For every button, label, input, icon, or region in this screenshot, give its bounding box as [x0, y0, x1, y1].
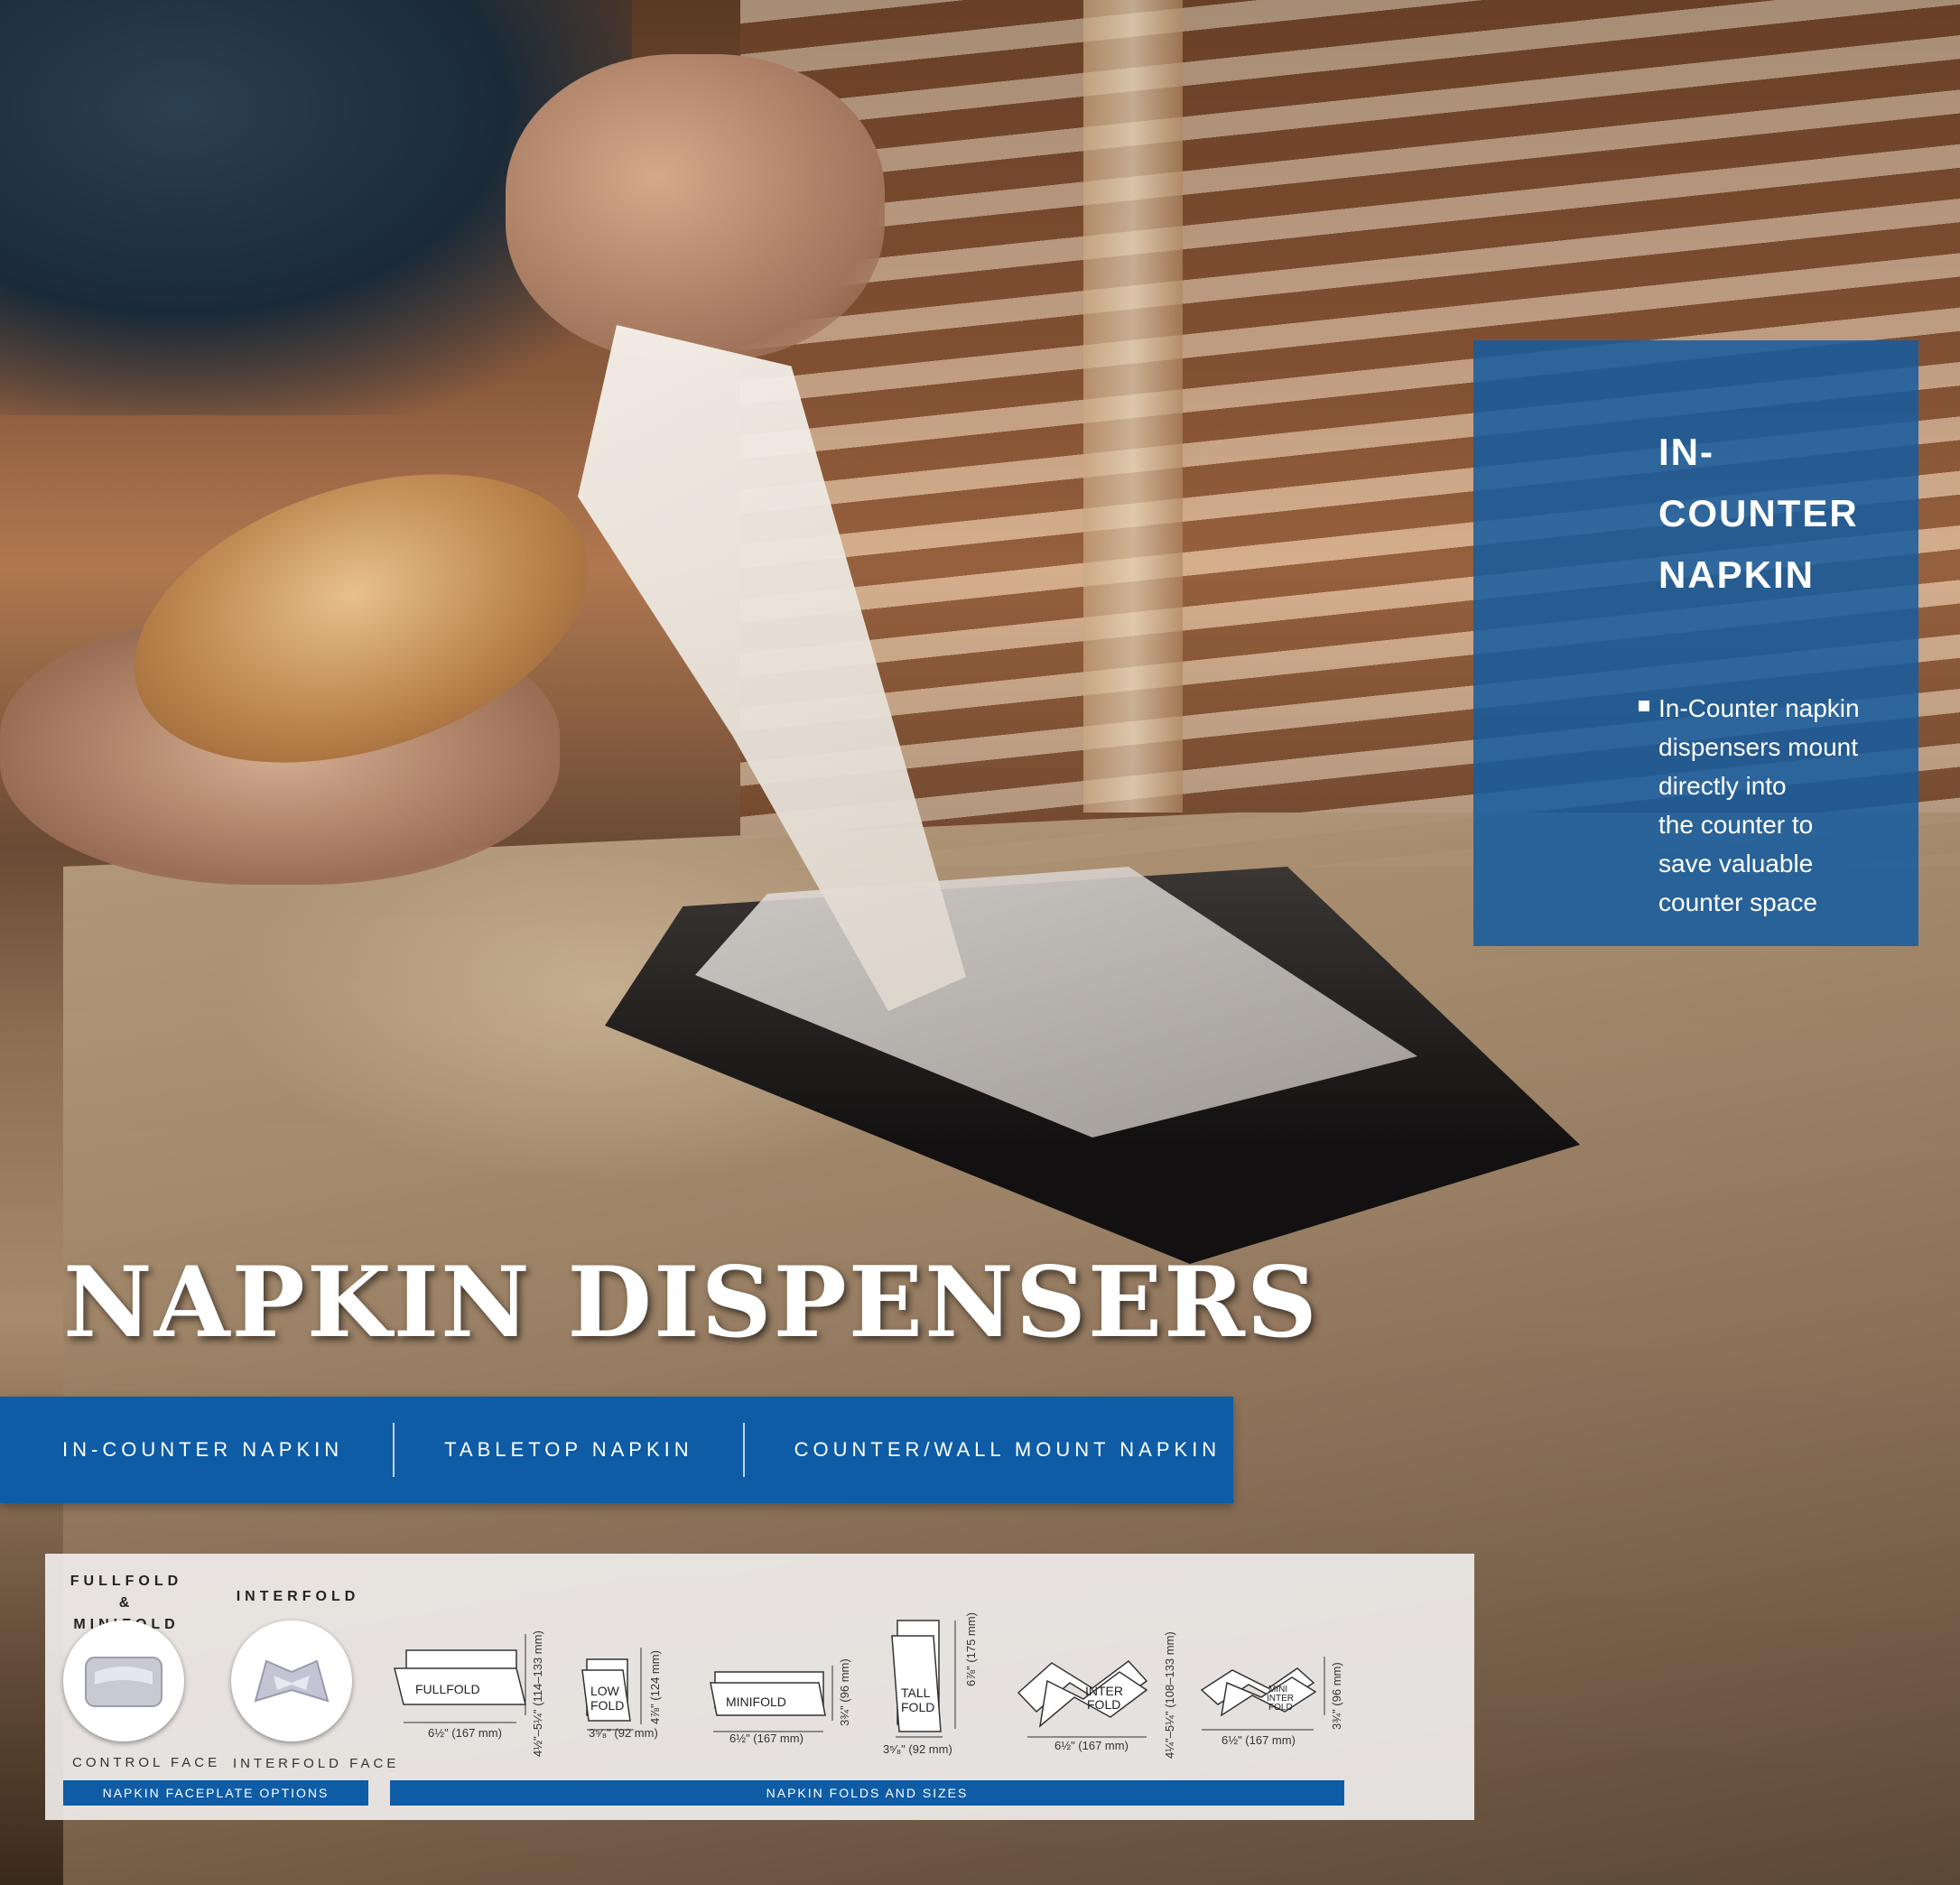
fold-label: MINIFOLD [726, 1695, 786, 1709]
fold-height: 4¼"–5¼" (108–133 mm) [1163, 1631, 1176, 1759]
control-face-icon [85, 1657, 163, 1707]
page-title: NAPKIN DISPENSERS [63, 1246, 1319, 1360]
fold-label-line: LOW [590, 1684, 620, 1698]
feature-bullet-line: save valuable [1658, 850, 1814, 878]
fold-label-line: FOLD [590, 1698, 624, 1713]
hand-pulling-napkin [506, 54, 885, 361]
interfold-face-image [231, 1620, 352, 1741]
fold-fullfold: FULLFOLD 6½" (167 mm) 4½"–5¼" (114–133 m… [390, 1625, 544, 1757]
faceplate-options-bar: NAPKIN FACEPLATE OPTIONS [63, 1780, 368, 1806]
faceplate-heading-line: INTERFOLD [236, 1589, 360, 1604]
feature-list: In-Counter napkin dispensers mount direc… [1639, 689, 1900, 922]
tallfold-diagram: TALL FOLD [891, 1620, 956, 1738]
tab-divider [742, 1423, 745, 1477]
interfold-diagram: INTER FOLD [1017, 1659, 1148, 1738]
fold-width: 6½" (167 mm) [729, 1732, 804, 1745]
feature-title-line1: IN-COUNTER [1658, 431, 1859, 534]
feature-box: IN-COUNTER NAPKIN In-Counter napkin disp… [1473, 340, 1918, 946]
feature-bullet: In-Counter napkin dispensers mount direc… [1639, 689, 1900, 922]
fold-label-line: INTER [1085, 1684, 1123, 1698]
lowfold-diagram: LOW FOLD [581, 1648, 642, 1731]
square-bullet-icon [1639, 701, 1649, 711]
fullfold-diagram: FULLFOLD [394, 1634, 526, 1723]
control-face-image [63, 1620, 184, 1741]
fold-height: 3¾" (96 mm) [1330, 1662, 1343, 1730]
tab-divider [393, 1423, 395, 1477]
feature-title-line2: NAPKIN [1658, 553, 1816, 596]
fold-width: 3⁵⁄₈" (92 mm) [589, 1726, 658, 1740]
faceplate-heading-line: FULLFOLD & [70, 1574, 183, 1611]
tab-tabletop-napkin[interactable]: TABLETOP NAPKIN [444, 1438, 693, 1462]
mini-interfold-diagram: MINI INTER FOLD [1200, 1657, 1325, 1731]
feature-bullet-line: directly into [1658, 772, 1787, 800]
fold-tallfold: TALL FOLD 3⁵⁄₈" (92 mm) 6⅞" (175 mm) [883, 1612, 978, 1756]
fold-interfold: INTER FOLD 6½" (167 mm) 4¼"–5¼" (108–133… [1011, 1631, 1176, 1759]
feature-title: IN-COUNTER NAPKIN [1658, 422, 1900, 606]
interfold-face-icon [254, 1659, 330, 1703]
faceplate-heading: INTERFOLD [235, 1586, 361, 1608]
fold-height: 4½"–5¼" (114–133 mm) [531, 1630, 544, 1757]
fold-height: 6⅞" (175 mm) [964, 1612, 978, 1686]
fold-width: 6½" (167 mm) [1054, 1739, 1129, 1752]
feature-bullet-line: counter space [1658, 888, 1817, 916]
fold-height: 3¾" (96 mm) [838, 1658, 851, 1726]
folds-and-sizes-bar: NAPKIN FOLDS AND SIZES [390, 1780, 1344, 1806]
fold-width: 6½" (167 mm) [428, 1726, 502, 1740]
fold-label-line: FOLD [1087, 1697, 1120, 1712]
window-frame [1083, 0, 1183, 812]
category-tab-bar: IN-COUNTER NAPKIN TABLETOP NAPKIN COUNTE… [0, 1397, 1233, 1503]
tab-counter-wall-mount-napkin[interactable]: COUNTER/WALL MOUNT NAPKIN [794, 1438, 1222, 1462]
feature-bullet-line: dispensers mount [1658, 733, 1859, 761]
fold-height: 4⅞" (124 mm) [648, 1650, 662, 1724]
fold-width: 6½" (167 mm) [1222, 1733, 1296, 1747]
feature-bullet-line: In-Counter napkin [1658, 694, 1860, 722]
fold-minifold: MINIFOLD 6½" (167 mm) 3¾" (96 mm) [706, 1658, 851, 1745]
feature-bullet-line: the counter to [1658, 811, 1814, 839]
minifold-diagram: MINIFOLD [710, 1666, 833, 1732]
fold-label-line: FOLD [1268, 1703, 1293, 1713]
fold-mini-interfold: MINI INTER FOLD 6½" (167 mm) 3¾" (96 mm) [1196, 1652, 1343, 1747]
fold-label-line: TALL [901, 1685, 931, 1700]
faceplate-caption: INTERFOLD FACE [233, 1756, 400, 1771]
fold-label: FULLFOLD [415, 1682, 480, 1696]
faceplate-caption: CONTROL FACE [72, 1755, 221, 1770]
fold-lowfold: LOW FOLD 3⁵⁄₈" (92 mm) 4⅞" (124 mm) [578, 1643, 662, 1740]
fold-label-line: FOLD [901, 1700, 934, 1714]
tab-in-counter-napkin[interactable]: IN-COUNTER NAPKIN [62, 1438, 343, 1462]
fold-width: 3⁵⁄₈" (92 mm) [883, 1742, 952, 1756]
